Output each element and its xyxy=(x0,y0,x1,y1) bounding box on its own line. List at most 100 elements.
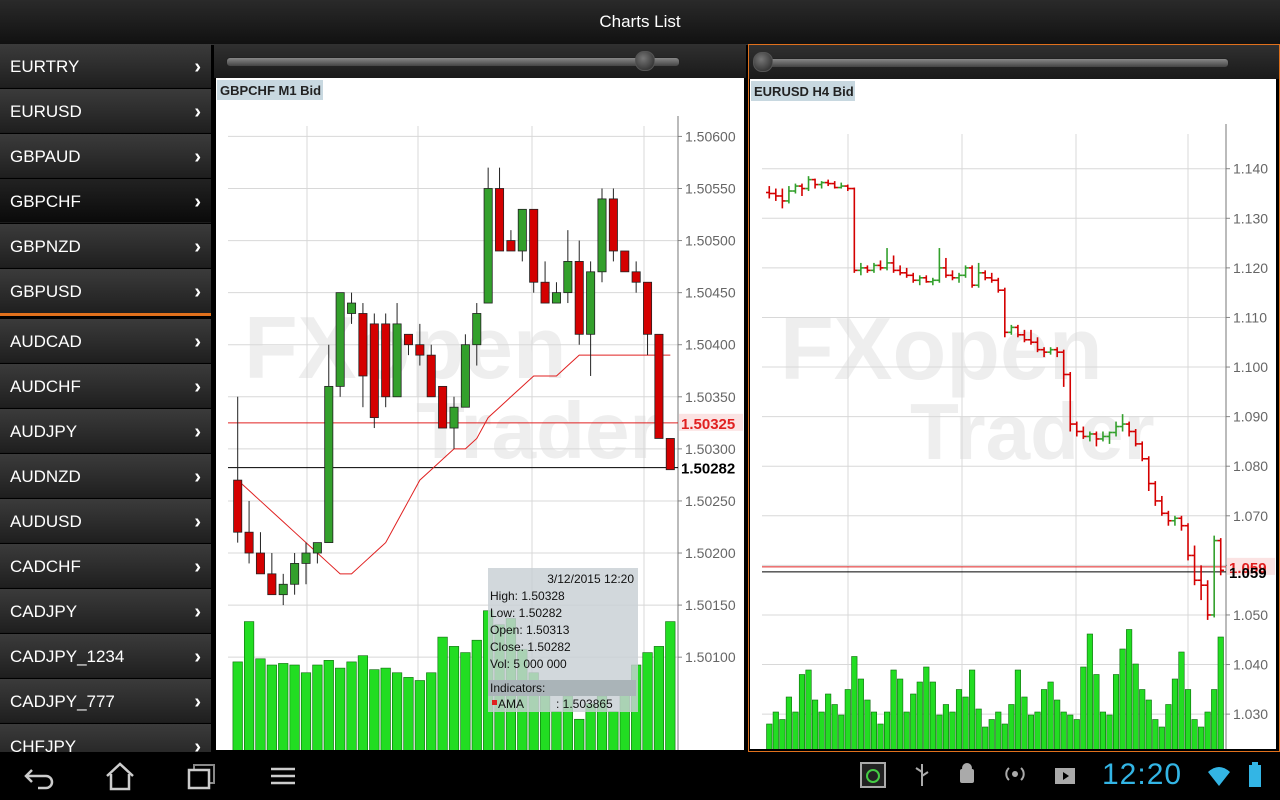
volume-bar xyxy=(448,646,460,750)
volume-bar xyxy=(266,664,277,750)
chart-panel-eurusd[interactable]: FXopen Trader 1.140 1.130 1.120 1.110 1.100 1.0… xyxy=(748,44,1280,752)
candle xyxy=(392,323,402,398)
volume-bar xyxy=(1093,674,1100,749)
volume-bar xyxy=(982,726,989,749)
volume-bar xyxy=(1132,663,1139,749)
candle xyxy=(540,281,550,304)
symbol-item-audnzd[interactable]: AUDNZD › xyxy=(0,454,211,498)
volume-bar xyxy=(1191,719,1198,749)
symbol-item-eurusd[interactable]: EURUSD › xyxy=(0,89,211,133)
candle xyxy=(586,271,596,335)
candle xyxy=(495,188,505,252)
watermark-logo: FXopen xyxy=(244,298,567,397)
volume-bar xyxy=(1112,674,1120,749)
symbol-item-gbpnzd[interactable]: GBPNZD › xyxy=(0,224,211,268)
zoom-slider-track[interactable] xyxy=(761,58,1229,68)
symbol-label: GBPUSD xyxy=(10,282,82,301)
android-debug-icon xyxy=(960,763,974,783)
volume-bar xyxy=(653,646,665,750)
volume-bar xyxy=(949,711,956,749)
candle xyxy=(608,198,618,252)
symbol-item-audusd[interactable]: AUDUSD › xyxy=(0,499,211,543)
volume-bar xyxy=(357,655,369,750)
symbol-item-cadchf[interactable]: CADCHF › xyxy=(0,544,211,588)
chevron-right-icon: › xyxy=(194,101,201,123)
y-tick-label: 1.120 xyxy=(1233,260,1268,276)
volume-bar xyxy=(818,711,825,749)
y-tick-label: 1.50550 xyxy=(685,180,736,196)
volume-bar xyxy=(1119,648,1126,749)
chart-eurusd-h4[interactable]: FXopenTrader 1.140 1.130 1.120 1.110 1.100 1.0… xyxy=(750,79,1276,749)
candle xyxy=(267,573,277,596)
back-icon[interactable] xyxy=(22,760,58,792)
candle xyxy=(643,281,653,335)
symbol-item-eurtry[interactable]: EURTRY › xyxy=(0,44,211,88)
volume-bar xyxy=(665,621,676,750)
volume-bar xyxy=(1008,704,1015,749)
volume-bar xyxy=(403,677,414,750)
symbol-label: CHFJPY xyxy=(10,737,77,752)
volume-bar xyxy=(857,678,864,749)
symbol-item-audjpy[interactable]: AUDJPY › xyxy=(0,409,211,453)
zoom-slider-thumb[interactable] xyxy=(635,51,656,71)
symbol-item-cadjpy_1234[interactable]: CADJPY_1234 › xyxy=(0,634,211,678)
volume-bar xyxy=(1178,651,1185,749)
candle xyxy=(301,552,311,564)
y-tick-label: 1.50450 xyxy=(685,285,736,301)
symbol-item-gbpaud[interactable]: GBPAUD › xyxy=(0,134,211,178)
zoom-slider-thumb[interactable] xyxy=(753,52,773,72)
candle xyxy=(563,260,573,294)
tooltip-line: Low: 1.50282 xyxy=(490,606,562,620)
y-tick-label: 1.070 xyxy=(1233,508,1268,524)
volume-bar xyxy=(1217,636,1224,749)
watermark-logo: FXopen xyxy=(780,299,1103,398)
volume-bar xyxy=(870,711,878,749)
volume-bar xyxy=(551,711,562,750)
y-tick-label: 1.090 xyxy=(1233,409,1268,425)
volume-bar xyxy=(312,664,323,750)
volume-bar xyxy=(831,704,838,749)
symbol-item-chfjpy[interactable]: CHFJPY › xyxy=(0,724,211,752)
volume-bar xyxy=(864,699,871,749)
candle xyxy=(426,354,436,398)
chevron-right-icon: › xyxy=(194,646,201,668)
symbol-item-gbpusd[interactable]: GBPUSD › xyxy=(0,269,211,316)
volume-bar xyxy=(897,678,904,749)
symbol-item-gbpchf[interactable]: GBPCHF › xyxy=(0,179,211,223)
volume-bar xyxy=(1041,689,1048,749)
chevron-right-icon: › xyxy=(194,281,201,303)
symbol-label: EURTRY xyxy=(10,57,80,76)
volume-bar xyxy=(323,660,334,750)
chart-gbpchf-m1[interactable]: FXopenTrader 1.50600 1.50550 1.50500 1.50450… xyxy=(216,78,744,750)
volume-bar xyxy=(335,667,346,750)
volume-bar xyxy=(969,669,976,749)
price-label: 1.059 xyxy=(1229,565,1267,582)
volume-bar xyxy=(1073,719,1080,749)
home-icon[interactable] xyxy=(103,760,137,792)
symbol-list[interactable]: EURTRY › EURUSD › GBPAUD › GBPCHF › GBPNZD › GBPUS… xyxy=(0,44,211,752)
zoom-slider-track[interactable] xyxy=(226,57,680,67)
candle xyxy=(438,385,448,429)
y-tick-label: 1.50300 xyxy=(685,441,736,457)
menu-icon[interactable] xyxy=(268,760,298,792)
volume-bar xyxy=(1086,633,1093,749)
symbol-label: AUDCAD xyxy=(10,332,82,351)
volume-bar xyxy=(1080,666,1087,749)
recent-apps-icon[interactable] xyxy=(185,760,219,792)
volume-bar xyxy=(289,664,300,750)
symbol-item-cadjpy[interactable]: CADJPY › xyxy=(0,589,211,633)
candle xyxy=(472,313,482,346)
volume-bar xyxy=(995,711,1002,749)
y-tick-label: 1.50200 xyxy=(685,545,736,561)
chevron-right-icon: › xyxy=(194,601,201,623)
chart-panel-gbpchf[interactable]: FXopen Trader 1.50600 1.50550 1.50500 1.50450… xyxy=(214,44,746,752)
symbol-item-cadjpy_777[interactable]: CADJPY_777 › xyxy=(0,679,211,723)
y-tick-label: 1.50400 xyxy=(685,337,736,353)
volume-bar xyxy=(798,674,806,749)
candle xyxy=(312,542,322,554)
volume-bar xyxy=(883,711,891,749)
symbol-item-audcad[interactable]: AUDCAD › xyxy=(0,319,211,363)
chevron-right-icon: › xyxy=(194,236,201,258)
symbol-item-audchf[interactable]: AUDCHF › xyxy=(0,364,211,408)
chevron-right-icon: › xyxy=(194,56,201,78)
